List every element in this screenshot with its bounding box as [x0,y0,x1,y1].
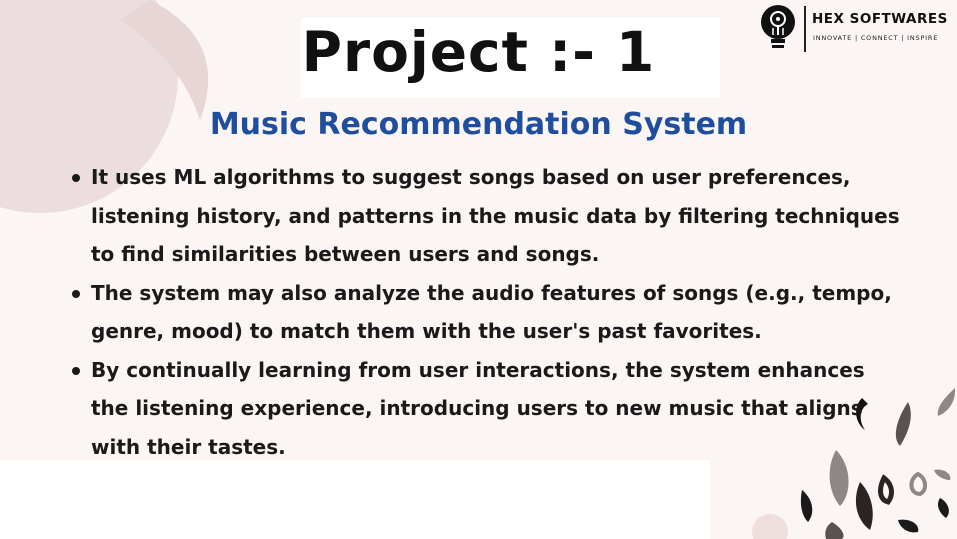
bullet-item: The system may also analyze the audio fe… [68,274,908,351]
bullet-item: It uses ML algorithms to suggest songs b… [68,158,908,274]
logo-tagline: INNOVATE | CONNECT | INSPIRE [813,34,939,42]
logo-name: HEX SOFTWARES [812,11,948,27]
logo-divider [804,6,806,52]
bullet-dot-icon [72,366,80,375]
bullet-text: By continually learning from user intera… [91,357,865,459]
pink-dot-shape [752,514,788,539]
company-logo: HEX SOFTWARES INNOVATE | CONNECT | INSPI… [760,2,957,54]
bullet-dot-icon [72,174,80,182]
slide-subtitle: Music Recommendation System [209,107,748,142]
bullet-dot-icon [72,289,80,298]
bullet-item: By continually learning from user intera… [68,351,908,467]
bullet-list: It uses ML algorithms to suggest songs b… [68,158,908,466]
bullet-text: It uses ML algorithms to suggest songs b… [91,165,900,266]
bullet-text: The system may also analyze the audio fe… [91,280,892,344]
bottom-white-panel [0,460,710,539]
lightbulb-icon [761,5,795,48]
